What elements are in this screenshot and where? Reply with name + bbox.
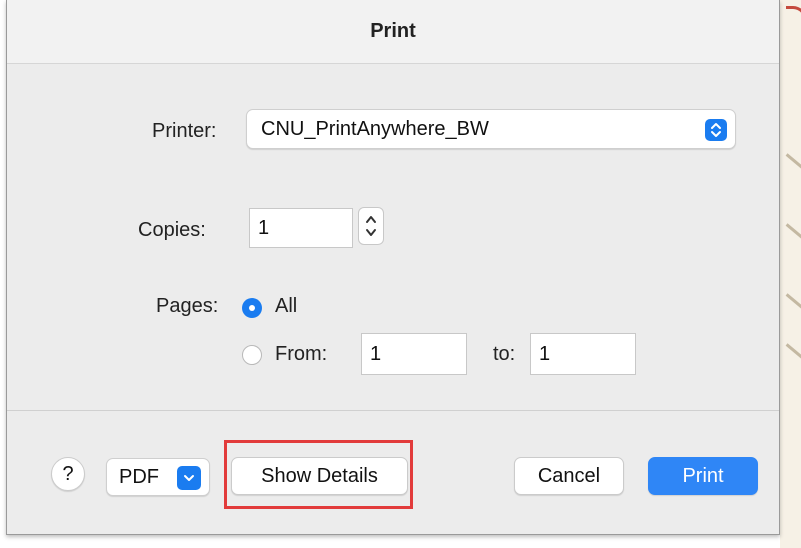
show-details-button[interactable]: Show Details xyxy=(231,457,408,495)
pages-from-input[interactable]: 1 xyxy=(361,333,467,375)
background-line xyxy=(785,343,801,360)
footer-divider xyxy=(7,410,779,411)
printer-label: Printer: xyxy=(152,120,217,142)
printer-select[interactable]: CNU_PrintAnywhere_BW xyxy=(246,109,736,149)
pages-all-label[interactable]: All xyxy=(275,295,297,318)
up-down-chevron-icon xyxy=(705,119,727,141)
copies-input[interactable]: 1 xyxy=(249,208,353,248)
pdf-menu-button[interactable]: PDF xyxy=(106,458,210,496)
pages-all-radio[interactable] xyxy=(242,298,262,318)
pages-from-radio[interactable] xyxy=(242,345,262,365)
print-button[interactable]: Print xyxy=(648,457,758,495)
window-title: Print xyxy=(370,20,416,42)
help-button[interactable]: ? xyxy=(51,457,85,491)
copies-label: Copies: xyxy=(138,219,206,241)
pdf-label: PDF xyxy=(119,465,159,488)
background-decoration xyxy=(786,6,801,31)
background-window-edge xyxy=(780,0,801,548)
background-line xyxy=(785,153,801,170)
pages-to-input[interactable]: 1 xyxy=(530,333,636,375)
background-line xyxy=(785,223,801,240)
background-line xyxy=(785,293,801,310)
print-dialog: Print Printer: CNU_PrintAnywhere_BW Copi… xyxy=(6,0,780,535)
title-bar: Print xyxy=(7,0,779,64)
stepper-icon xyxy=(366,216,376,236)
pages-label: Pages: xyxy=(156,295,219,317)
chevron-down-icon xyxy=(177,466,201,490)
copies-stepper[interactable] xyxy=(358,207,384,245)
printer-value: CNU_PrintAnywhere_BW xyxy=(261,117,489,140)
pages-to-label: to: xyxy=(493,343,516,365)
pages-from-label[interactable]: From: xyxy=(275,343,327,366)
cancel-button[interactable]: Cancel xyxy=(514,457,624,495)
